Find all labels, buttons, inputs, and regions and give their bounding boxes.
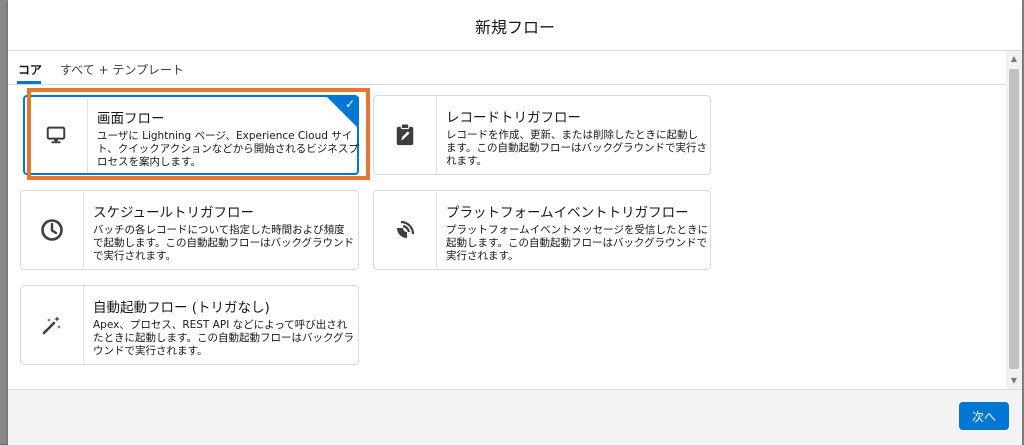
card-description: Apex、プロセス、REST API などによって呼び出されたときに起動します。… [93, 319, 355, 357]
monitor-icon [25, 97, 88, 173]
flow-type-card-autolaunched[interactable]: 自動起動フロー (トリガなし) Apex、プロセス、REST API などによっ… [20, 285, 359, 365]
clipboard-edit-icon [374, 96, 437, 174]
flow-type-card-record-triggered[interactable]: レコードトリガフロー レコードを作成、更新、または削除したときに起動します。この… [373, 95, 711, 175]
scroll-up-arrow-icon[interactable]: ▲ [1006, 51, 1022, 67]
card-title: スケジュールトリガフロー [93, 205, 255, 221]
card-description: プラットフォームイベントメッセージを受信したときに起動します。この自動起動フロー… [446, 224, 708, 262]
broadcast-icon [374, 191, 437, 269]
scrollbar-thumb[interactable] [1009, 69, 1019, 369]
new-flow-modal: 新規フロー コア すべて + テンプレート 画面フロー ユーザに Lightni… [8, 0, 1022, 445]
card-description: ユーザに Lightning ページ、Experience Cloud サイト、… [97, 130, 359, 168]
card-description: バッチの各レコードについて指定した時間および頻度で起動します。この自動起動フロー… [93, 224, 355, 262]
clock-icon [21, 191, 84, 269]
card-title: 画面フロー [97, 111, 165, 127]
card-title: 自動起動フロー (トリガなし) [93, 300, 270, 316]
modal-content: コア すべて + テンプレート 画面フロー ユーザに Lightning ページ… [8, 51, 1006, 389]
card-title: レコードトリガフロー [446, 110, 581, 126]
tab-bar: コア すべて + テンプレート [8, 51, 1006, 85]
tab-all-templates[interactable]: すべて + テンプレート [60, 61, 184, 78]
next-button[interactable]: 次へ [959, 402, 1009, 430]
flow-type-card-platform-event-triggered[interactable]: プラットフォームイベントトリガフロー プラットフォームイベントメッセージを受信し… [373, 190, 711, 270]
card-title: プラットフォームイベントトリガフロー [446, 205, 689, 221]
vertical-scrollbar[interactable]: ▲ ▼ [1006, 51, 1022, 389]
flow-type-card-schedule-triggered[interactable]: スケジュールトリガフロー バッチの各レコードについて指定した時間および頻度で起動… [20, 190, 359, 270]
modal-header: 新規フロー [8, 0, 1022, 51]
flow-type-card-screen-flow[interactable]: 画面フロー ユーザに Lightning ページ、Experience Clou… [23, 95, 359, 175]
magic-wand-icon [21, 286, 84, 364]
active-tab-indicator [17, 81, 41, 84]
modal-footer: 次へ [8, 389, 1022, 445]
tab-core[interactable]: コア [18, 61, 42, 78]
card-description: レコードを作成、更新、または削除したときに起動します。この自動起動フローはバック… [446, 129, 708, 167]
checkmark-icon: ✓ [344, 97, 355, 111]
modal-title: 新規フロー [474, 18, 555, 37]
scroll-down-arrow-icon[interactable]: ▼ [1006, 373, 1022, 389]
